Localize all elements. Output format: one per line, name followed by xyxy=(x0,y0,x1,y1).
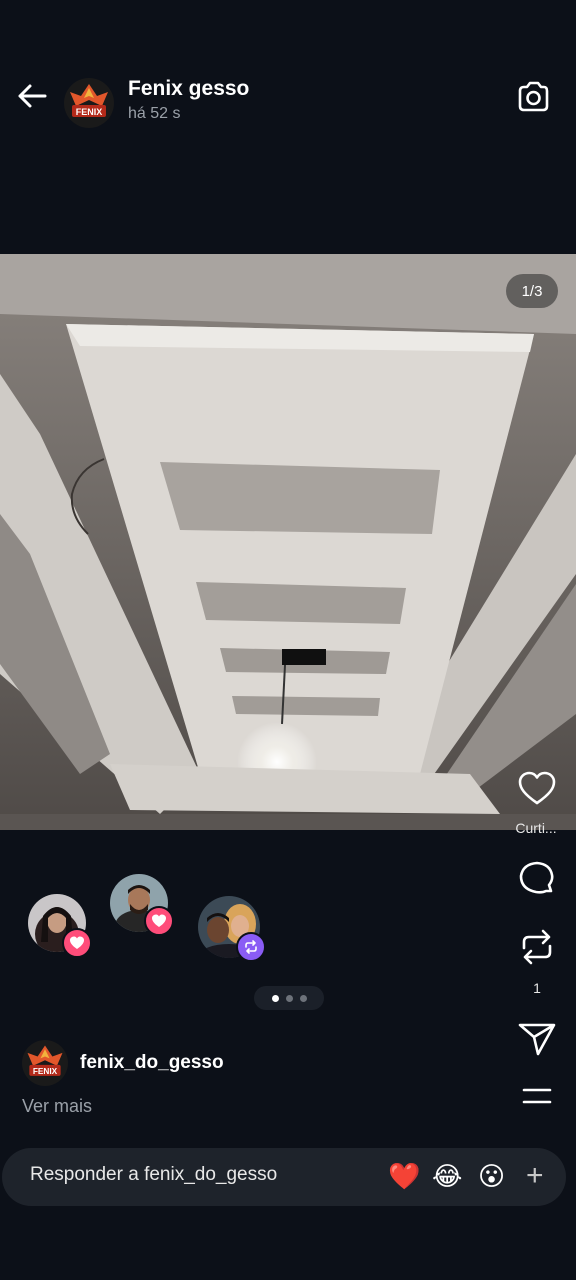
owner-avatar[interactable]: FENIX xyxy=(22,1040,68,1086)
back-arrow-icon[interactable] xyxy=(14,78,50,114)
repost-reaction-icon xyxy=(236,932,266,962)
see-more-link[interactable]: Ver mais xyxy=(22,1096,92,1117)
reply-input[interactable] xyxy=(30,1164,360,1186)
like-heart-icon[interactable] xyxy=(516,768,558,810)
comment-bubble-icon[interactable] xyxy=(516,858,558,900)
repost-icon[interactable] xyxy=(516,926,558,968)
viewer-pagination[interactable] xyxy=(254,986,324,1010)
pagination-dot[interactable] xyxy=(299,994,307,1002)
heart-reaction-icon xyxy=(62,928,92,958)
pagination-dot[interactable] xyxy=(285,994,293,1002)
quick-reaction-heart[interactable]: ❤️ xyxy=(388,1160,420,1192)
profile-avatar[interactable]: FENIX xyxy=(64,78,114,128)
owner-username[interactable]: fenix_do_gesso xyxy=(80,1052,224,1074)
svg-text:FENIX: FENIX xyxy=(33,1067,58,1076)
camera-icon[interactable] xyxy=(514,78,552,116)
add-reaction-button[interactable]: + xyxy=(526,1160,544,1192)
story-photo[interactable] xyxy=(0,254,576,830)
media-counter: 1/3 xyxy=(506,274,558,308)
quick-reaction-wow[interactable]: 😮 xyxy=(478,1160,505,1192)
quick-reaction-laugh[interactable]: 😂 xyxy=(432,1160,462,1192)
heart-reaction-icon xyxy=(144,906,174,936)
menu-lines-icon[interactable] xyxy=(516,1076,558,1118)
pagination-dot[interactable] xyxy=(271,994,279,1002)
reply-bar: ❤️ 😂 😮 + xyxy=(2,1148,566,1206)
story-author-name[interactable]: Fenix gesso xyxy=(128,77,249,101)
send-share-icon[interactable] xyxy=(516,1018,558,1060)
story-timestamp: há 52 s xyxy=(128,105,181,122)
repost-count: 1 xyxy=(533,980,541,996)
svg-text:FENIX: FENIX xyxy=(76,107,103,117)
like-label: Curti... xyxy=(515,820,557,836)
